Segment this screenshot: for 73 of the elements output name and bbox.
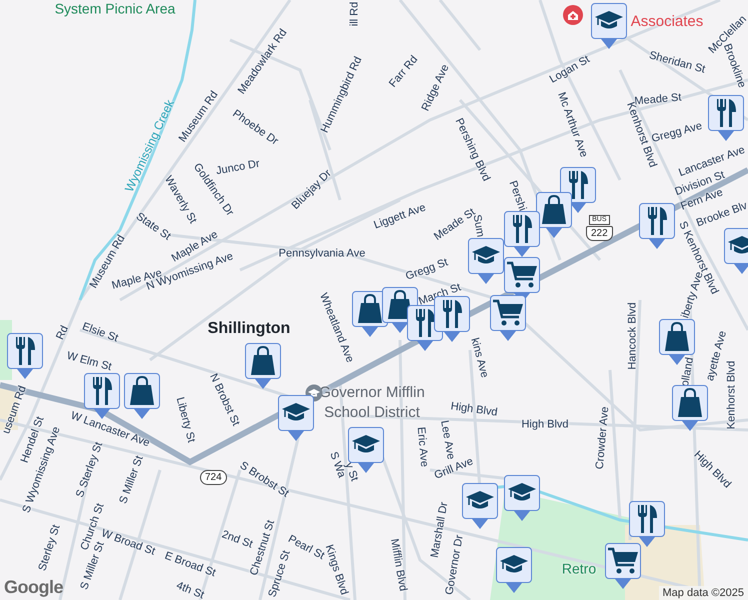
shopping-bag-icon	[664, 322, 690, 352]
place-label: School District	[324, 404, 420, 422]
street-label: Pennsylvania Ave	[278, 248, 366, 260]
grocery-marker[interactable]	[603, 543, 643, 591]
street-label: Gregg St	[404, 257, 450, 283]
street-label: S Miller St	[118, 454, 146, 506]
fork-and-knife-icon	[567, 170, 589, 200]
street-label: 4th St	[174, 580, 206, 600]
place-label: Associates	[630, 14, 704, 30]
street-label: kins Ave	[468, 336, 490, 380]
shopping-cart-icon	[607, 547, 639, 575]
street-label: Sheridan St	[648, 50, 706, 76]
restaurant-marker[interactable]	[558, 167, 598, 215]
school-marker[interactable]	[460, 483, 500, 531]
place-label: Retro	[562, 561, 596, 577]
grocery-marker[interactable]	[488, 295, 528, 343]
street-label: Liberty St	[174, 396, 196, 444]
street-label: E Broad St	[163, 550, 217, 580]
street-label: Rd	[55, 324, 71, 342]
shopping-marker[interactable]	[534, 192, 574, 240]
fork-and-knife-icon	[511, 214, 533, 244]
street-label: W Elm St	[65, 350, 113, 374]
restaurant-marker[interactable]	[5, 333, 45, 381]
hospital-icon	[562, 4, 584, 26]
shopping-bag-icon	[541, 195, 567, 225]
street-label: Mc Arthur Ave	[555, 91, 589, 159]
street-label: Lee Ave	[438, 420, 456, 460]
street-label: Pershi	[506, 179, 528, 213]
street-label: ill Rd	[350, 2, 360, 26]
street-label: Ridge Ave	[420, 63, 452, 113]
school-marker[interactable]	[276, 395, 316, 443]
shopping-bag-icon	[250, 346, 276, 376]
fork-and-knife-icon	[14, 336, 36, 366]
school-marker[interactable]	[494, 547, 534, 595]
street-label: Farr Rd	[388, 54, 420, 90]
street-label: Mifflin Blvd	[388, 538, 408, 592]
place-label: System Picnic Area	[54, 1, 176, 17]
fork-and-knife-icon	[646, 206, 668, 236]
street-label: Hancock Blvd	[628, 302, 638, 370]
restaurant-marker[interactable]	[637, 203, 677, 251]
fork-and-knife-icon	[91, 376, 113, 406]
street-label: Sterley St	[37, 524, 63, 572]
shopping-marker[interactable]	[670, 385, 710, 433]
street-label: High Blvd	[450, 401, 498, 419]
route-shield: 222	[586, 226, 613, 241]
street-label: useum Rd	[1, 384, 29, 436]
street-label: Spruce St	[267, 549, 293, 599]
street-label: Elsie St	[80, 321, 120, 345]
restaurant-marker[interactable]	[627, 501, 667, 549]
map-logo[interactable]: Google	[4, 577, 63, 598]
school-marker[interactable]	[502, 475, 542, 523]
street-label: Kenhorst Blvd	[726, 360, 738, 430]
restaurant-marker[interactable]	[502, 211, 542, 259]
shopping-marker[interactable]	[243, 343, 283, 391]
shopping-cart-icon	[492, 299, 524, 327]
shopping-bag-icon	[129, 376, 155, 406]
street-label: Eric Ave	[414, 426, 430, 468]
shopping-bag-icon	[357, 294, 383, 324]
shopping-bag-icon	[677, 388, 703, 418]
street-label: Liggett Ave	[372, 202, 428, 232]
fork-and-knife-icon	[636, 504, 658, 534]
street-label: olland	[680, 356, 696, 388]
restaurant-marker[interactable]	[706, 95, 746, 143]
school-marker[interactable]	[466, 238, 506, 286]
route-shield: 724	[200, 470, 227, 485]
street-label: Crowder Ave	[594, 406, 612, 470]
shopping-cart-icon	[506, 261, 538, 289]
fork-and-knife-icon	[414, 308, 436, 338]
school-marker[interactable]	[589, 3, 629, 51]
place-label: Shillington	[208, 320, 290, 338]
street-label: Gregg Ave	[650, 120, 704, 146]
fork-and-knife-icon	[715, 98, 737, 128]
street-label: High Blvd	[521, 420, 569, 430]
